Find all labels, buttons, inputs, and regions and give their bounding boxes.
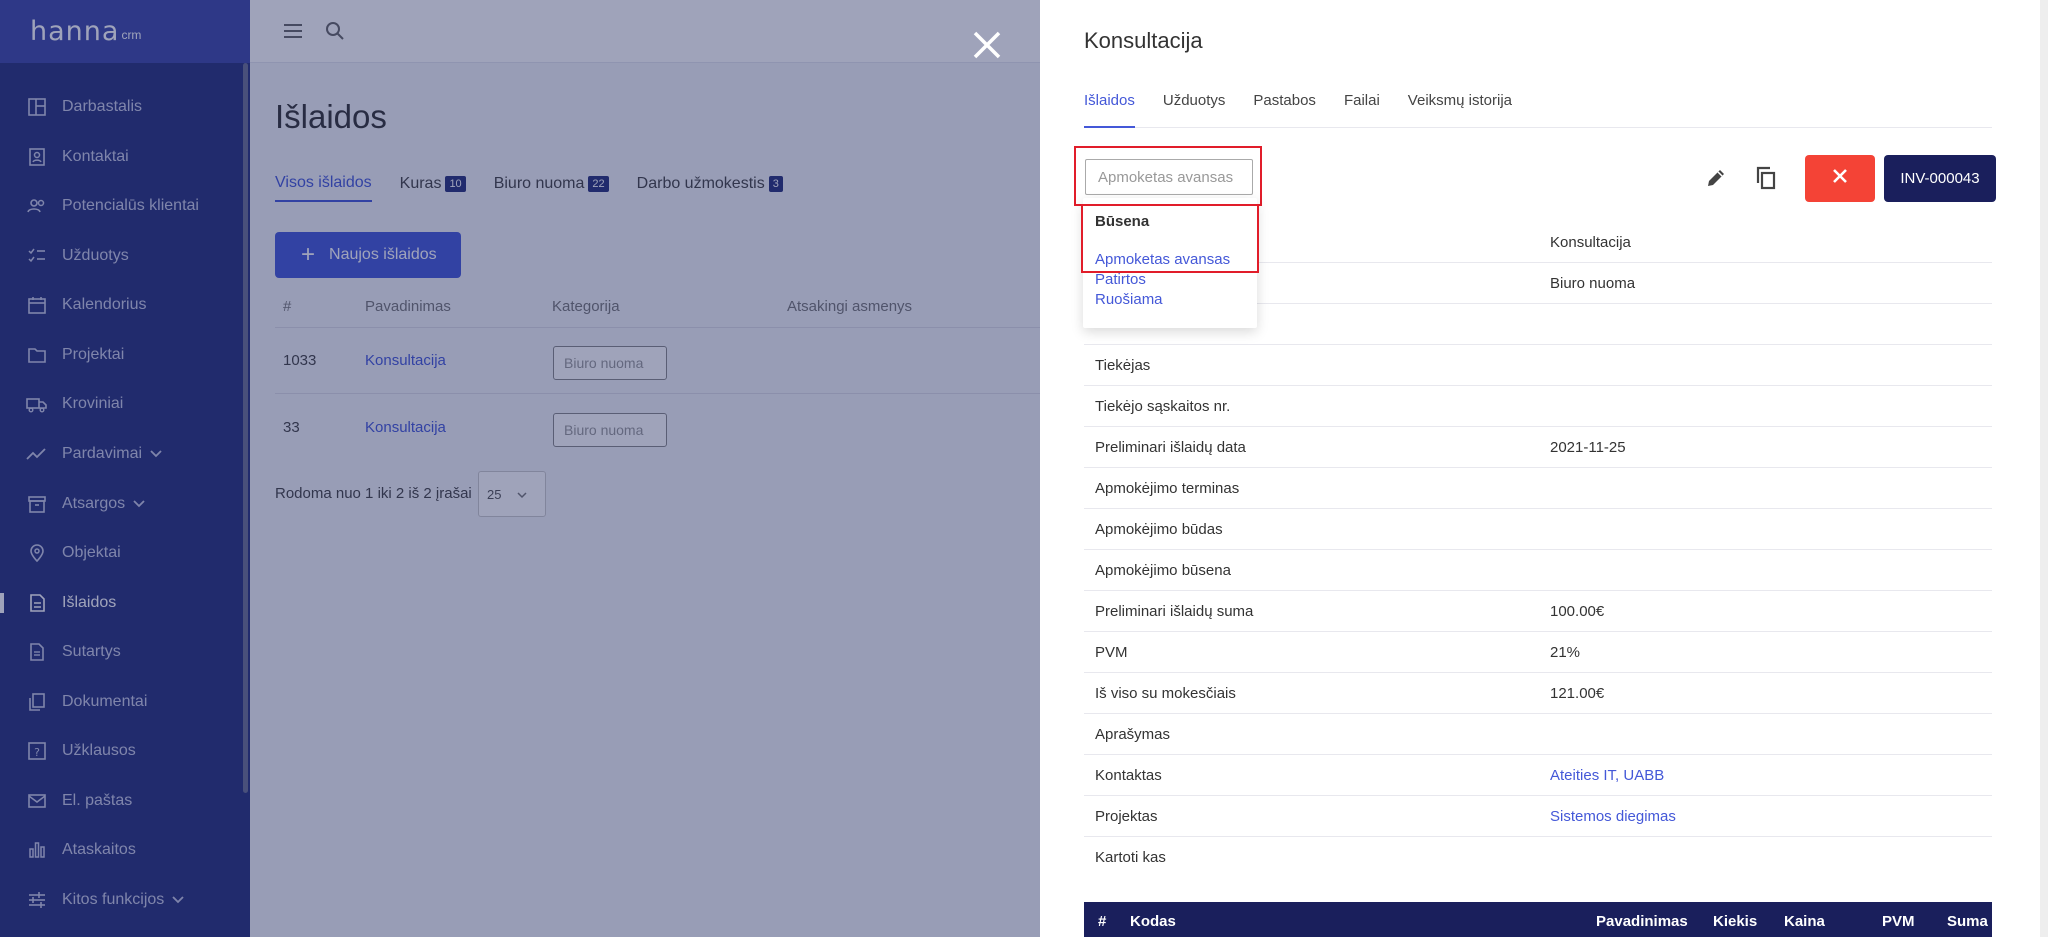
drawer-scrollbar[interactable] xyxy=(2040,0,2048,937)
detail-label: Preliminari išlaidų suma xyxy=(1095,603,1254,620)
detail-label: Apmokėjimo būsena xyxy=(1095,562,1231,579)
detail-row: Kontaktas Ateities IT, UABB xyxy=(1084,755,1992,796)
detail-row: Preliminari išlaidų suma 100.00€ xyxy=(1084,591,1992,632)
detail-value: 2021-11-25 xyxy=(1550,439,1626,456)
modal-backdrop[interactable] xyxy=(0,0,1040,937)
tab-islaidos[interactable]: Išlaidos xyxy=(1084,92,1135,128)
dropdown-option[interactable]: Ruošiama xyxy=(1095,291,1163,308)
tab-failai[interactable]: Failai xyxy=(1344,92,1380,128)
items-col-quantity: Kiekis xyxy=(1713,913,1758,930)
cancel-button[interactable] xyxy=(1805,155,1875,202)
detail-label: Projektas xyxy=(1095,808,1158,825)
detail-row: Tiekėjas xyxy=(1084,345,1992,386)
expense-detail-drawer: Konsultacija Išlaidos Užduotys Pastabos … xyxy=(1040,0,2048,937)
detail-row: PVM 21% xyxy=(1084,632,1992,673)
tab-uzduotys[interactable]: Užduotys xyxy=(1163,92,1226,128)
project-link[interactable]: Sistemos diegimas xyxy=(1550,808,1676,825)
detail-label: PVM xyxy=(1095,644,1128,661)
items-col-name: Pavadinimas xyxy=(1596,913,1688,930)
tab-pastabos[interactable]: Pastabos xyxy=(1253,92,1316,128)
detail-label: Tiekėjo sąskaitos nr. xyxy=(1095,398,1231,415)
invoice-button[interactable]: INV-000043 xyxy=(1884,155,1996,202)
dropdown-option[interactable]: Patirtos xyxy=(1095,271,1146,288)
items-col-number: # xyxy=(1098,913,1107,930)
detail-value: 121.00€ xyxy=(1550,685,1605,702)
detail-label: Iš viso su mokesčiais xyxy=(1095,685,1236,702)
detail-label: Tiekėjas xyxy=(1095,357,1151,374)
detail-row: Apmokėjimo būsena xyxy=(1084,550,1992,591)
detail-label: Kartoti kas xyxy=(1095,849,1166,866)
items-col-vat: PVM xyxy=(1882,913,1915,930)
detail-row: Apmokėjimo terminas xyxy=(1084,468,1992,509)
highlight-frame xyxy=(1081,204,1259,273)
close-icon xyxy=(1831,167,1849,190)
detail-label: Apmokėjimo būdas xyxy=(1095,521,1223,538)
detail-row: Apmokėjimo būdas xyxy=(1084,509,1992,550)
detail-label: Aprašymas xyxy=(1095,726,1171,743)
items-col-code: Kodas xyxy=(1130,913,1176,930)
highlight-frame xyxy=(1074,146,1262,206)
detail-value: Biuro nuoma xyxy=(1550,275,1636,292)
close-icon[interactable] xyxy=(970,28,1004,62)
items-table-header: # Kodas Pavadinimas Kiekis Kaina PVM Sum… xyxy=(1084,902,1992,937)
drawer-tabs: Išlaidos Užduotys Pastabos Failai Veiksm… xyxy=(1084,92,1992,128)
detail-row: Tiekėjo sąskaitos nr. xyxy=(1084,386,1992,427)
copy-icon[interactable] xyxy=(1753,165,1779,191)
detail-value: Konsultacija xyxy=(1550,234,1631,251)
detail-row: Preliminari išlaidų data 2021-11-25 xyxy=(1084,427,1992,468)
detail-label: Preliminari išlaidų data xyxy=(1095,439,1246,456)
detail-label: Kontaktas xyxy=(1095,767,1162,784)
detail-row: Aprašymas xyxy=(1084,714,1992,755)
detail-row: Iš viso su mokesčiais 121.00€ xyxy=(1084,673,1992,714)
items-col-sum: Suma xyxy=(1947,913,1988,930)
edit-icon[interactable] xyxy=(1703,165,1729,191)
tab-veiksmu-istorija[interactable]: Veiksmų istorija xyxy=(1408,92,1512,128)
detail-row: Kartoti kas xyxy=(1084,837,1992,878)
items-col-price: Kaina xyxy=(1784,913,1825,930)
detail-value: 21% xyxy=(1550,644,1581,661)
drawer-title: Konsultacija xyxy=(1084,28,1203,53)
detail-label: Apmokėjimo terminas xyxy=(1095,480,1240,497)
contact-link[interactable]: Ateities IT, UABB xyxy=(1550,767,1664,784)
detail-value: 100.00€ xyxy=(1550,603,1605,620)
detail-row: Projektas Sistemos diegimas xyxy=(1084,796,1992,837)
